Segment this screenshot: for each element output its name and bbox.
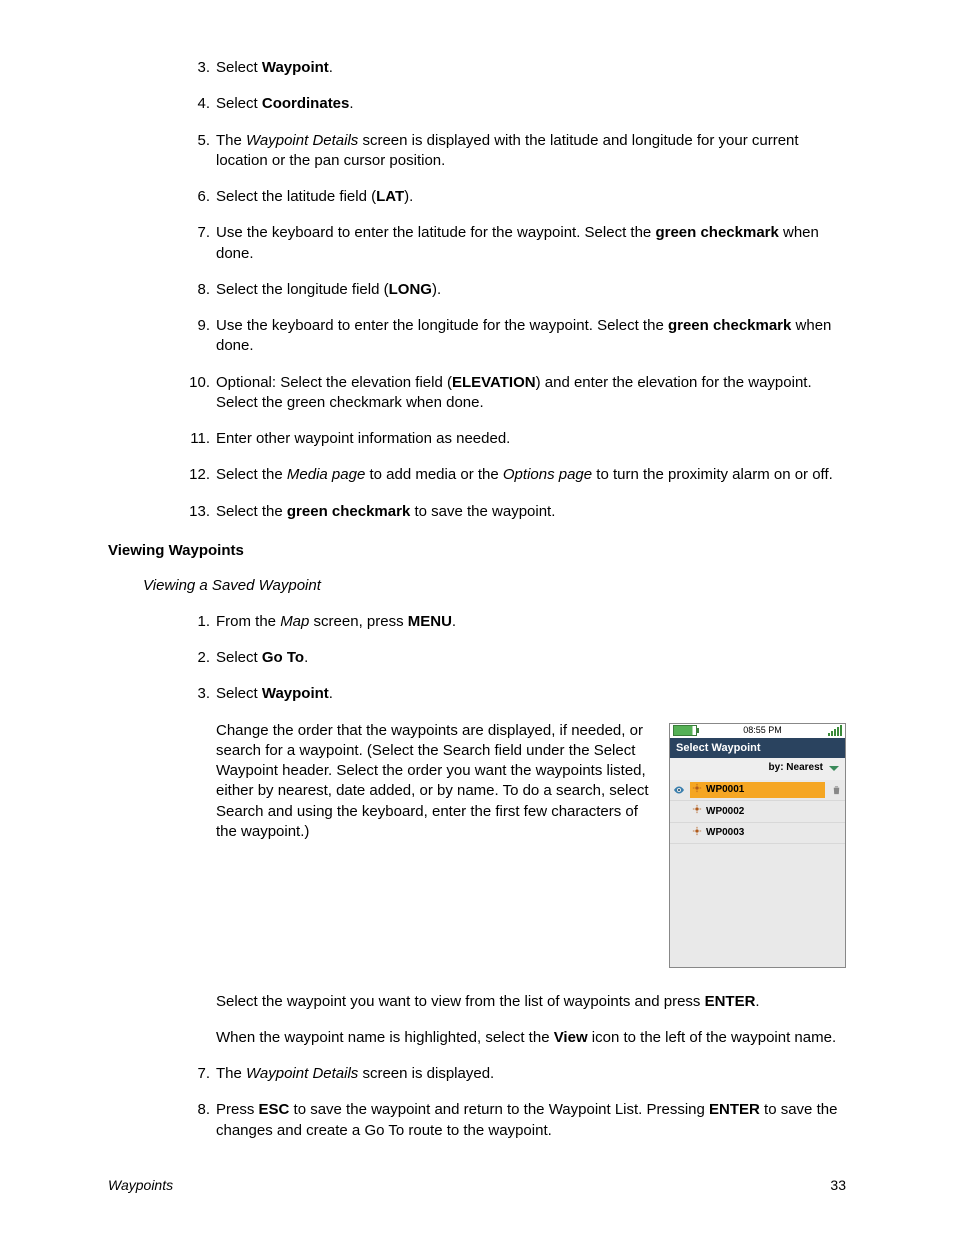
step-13: 13.Select the green checkmark to save th… <box>216 502 846 522</box>
step-5b: 5.Select the waypoint you want to view f… <box>216 992 846 1012</box>
step-8: 8.Select the longitude field (LONG). <box>216 280 846 300</box>
step-text: Select the latitude field (LAT). <box>216 188 413 205</box>
steps-list-2: 1.From the Map screen, press MENU. 2.Sel… <box>108 612 846 1141</box>
subsection-heading: Viewing a Saved Waypoint <box>143 577 846 594</box>
step-12: 12.Select the Media page to add media or… <box>216 465 846 485</box>
step-text: Enter other waypoint information as need… <box>216 430 510 447</box>
device-screenshot: 08:55 PM Select Waypoint by: Nearest <box>669 723 846 968</box>
step-3b: 3.Select Waypoint. <box>216 684 846 704</box>
step-10: 10.Optional: Select the elevation field … <box>216 373 846 414</box>
battery-icon <box>673 725 697 736</box>
step-5: 5.The Waypoint Details screen is display… <box>216 131 846 172</box>
waypoint-row[interactable]: WP0003 <box>670 823 845 845</box>
step-text: Select Waypoint. <box>216 59 333 76</box>
step-text: Select the Media page to add media or th… <box>216 466 833 483</box>
signal-icon <box>828 726 842 736</box>
step-3: 3.Select Waypoint. <box>216 58 846 78</box>
step-7: 7.Use the keyboard to enter the latitude… <box>216 223 846 264</box>
step-8b: 8.Press ESC to save the waypoint and ret… <box>216 1100 846 1141</box>
step-6: 6.Select the latitude field (LAT). <box>216 187 846 207</box>
step-number: 11. <box>178 429 210 449</box>
step-text: Select Waypoint. <box>216 685 333 702</box>
waypoint-row-selected[interactable]: WP0001 <box>670 780 845 802</box>
step-6b: 6.When the waypoint name is highlighted,… <box>216 1028 846 1048</box>
step-number: 8. <box>178 1100 210 1120</box>
step-11: 11.Enter other waypoint information as n… <box>216 429 846 449</box>
step-9: 9.Use the keyboard to enter the longitud… <box>216 316 846 357</box>
footer-page-number: 33 <box>830 1177 846 1193</box>
step-number: 3. <box>178 684 210 704</box>
spacer <box>829 826 843 840</box>
step-text: Press ESC to save the waypoint and retur… <box>216 1101 837 1138</box>
step-text: Select the longitude field (LONG). <box>216 281 441 298</box>
step-number: 12. <box>178 465 210 485</box>
waypoint-label: WP0003 <box>706 826 823 840</box>
spacer <box>829 805 843 819</box>
step-4b: 4. 08:55 PM Select Waypoint by: Nearest <box>216 721 846 976</box>
step-7b: 7.The Waypoint Details screen is display… <box>216 1064 846 1084</box>
waypoint-row[interactable]: WP0002 <box>670 801 845 823</box>
step-number: 3. <box>178 58 210 78</box>
step-text: Select the waypoint you want to view fro… <box>216 993 760 1010</box>
steps-list-1: 3.Select Waypoint. 4.Select Coordinates.… <box>108 58 846 522</box>
step-number: 8. <box>178 280 210 300</box>
step-number: 2. <box>178 648 210 668</box>
step-2: 2.Select Go To. <box>216 648 846 668</box>
step-text: The Waypoint Details screen is displayed… <box>216 132 799 169</box>
step-number: 7. <box>178 223 210 243</box>
view-icon[interactable] <box>672 783 686 797</box>
step-number: 1. <box>178 612 210 632</box>
status-time: 08:55 PM <box>743 724 782 736</box>
step-text: Change the order that the waypoints are … <box>216 722 649 840</box>
step-1: 1.From the Map screen, press MENU. <box>216 612 846 632</box>
step-text: Select Go To. <box>216 649 308 666</box>
step-text: Select the green checkmark to save the w… <box>216 503 555 520</box>
step-4: 4.Select Coordinates. <box>216 94 846 114</box>
dropdown-icon <box>829 766 839 771</box>
section-heading: Viewing Waypoints <box>108 542 846 559</box>
step-number: 6. <box>178 187 210 207</box>
step-text: Optional: Select the elevation field (EL… <box>216 374 812 411</box>
waypoint-icon <box>692 804 702 819</box>
step-number: 5. <box>178 131 210 151</box>
waypoint-list: WP0001 WP0002 <box>670 780 845 967</box>
step-text: Select Coordinates. <box>216 95 354 112</box>
footer-section: Waypoints <box>108 1177 173 1193</box>
step-number: 10. <box>178 373 210 393</box>
trash-icon[interactable] <box>829 783 843 797</box>
spacer <box>672 826 686 840</box>
step-text: The Waypoint Details screen is displayed… <box>216 1065 494 1082</box>
sort-label: by: Nearest <box>769 761 823 775</box>
status-bar: 08:55 PM <box>670 724 845 738</box>
inset-title: Select Waypoint <box>670 738 845 759</box>
waypoint-icon <box>692 783 702 798</box>
document-page: 3.Select Waypoint. 4.Select Coordinates.… <box>0 0 954 1235</box>
step-number: 4. <box>178 94 210 114</box>
sort-row[interactable]: by: Nearest <box>670 758 845 780</box>
step-text: Use the keyboard to enter the latitude f… <box>216 224 819 261</box>
waypoint-icon <box>692 826 702 841</box>
spacer <box>672 805 686 819</box>
step-number: 9. <box>178 316 210 336</box>
step-number: 13. <box>178 502 210 522</box>
step-text: When the waypoint name is highlighted, s… <box>216 1029 836 1046</box>
waypoint-label: WP0002 <box>706 805 823 819</box>
step-text: From the Map screen, press MENU. <box>216 613 456 630</box>
step-number: 7. <box>178 1064 210 1084</box>
waypoint-label: WP0001 <box>706 783 823 797</box>
page-footer: Waypoints 33 <box>108 1177 846 1193</box>
step-text: Use the keyboard to enter the longitude … <box>216 317 831 354</box>
